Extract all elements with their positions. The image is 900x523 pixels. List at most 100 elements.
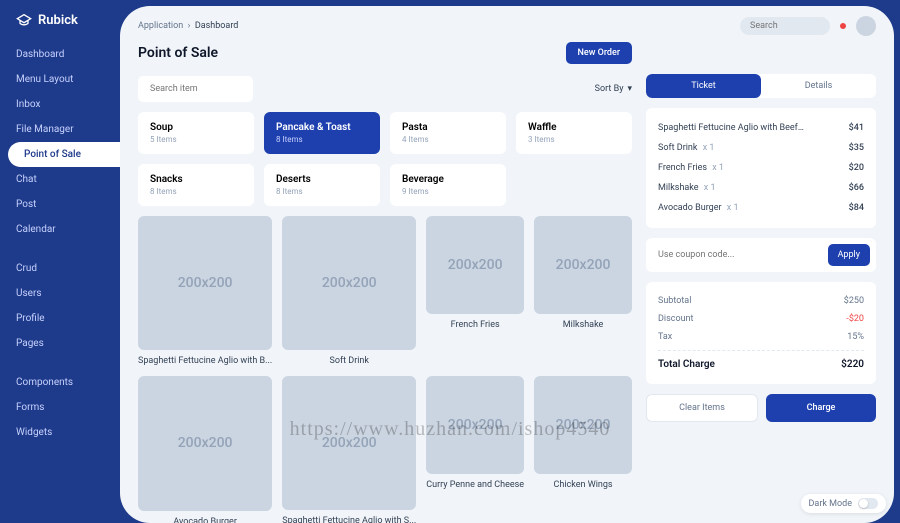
ticket-item-price: $35 xyxy=(849,143,864,153)
toggle-switch[interactable] xyxy=(858,498,878,509)
sidebar-item-point-of-sale[interactable]: Point of Sale xyxy=(8,142,120,167)
dark-mode-label: Dark Mode xyxy=(809,499,852,509)
search-item-input[interactable] xyxy=(138,76,253,102)
ticket-item-price: $41 xyxy=(849,123,864,133)
nav-primary: DashboardMenu LayoutInboxFile ManagerPoi… xyxy=(0,42,120,242)
ticket-item-name: Soft Drink x 1 xyxy=(658,143,714,153)
ticket-tabs: Ticket Details xyxy=(646,74,876,98)
category-card[interactable]: Beverage 9 Items xyxy=(390,164,506,206)
sidebar-item-forms[interactable]: Forms xyxy=(0,395,120,420)
category-title: Deserts xyxy=(276,174,368,185)
category-card[interactable]: Pasta4 Items xyxy=(390,112,506,154)
sidebar-item-post[interactable]: Post xyxy=(0,192,120,217)
subtotal-label: Subtotal xyxy=(658,296,691,306)
product-image: 200x200 xyxy=(282,216,416,350)
breadcrumb-current: Dashboard xyxy=(195,21,239,31)
ticket-row[interactable]: Milkshake x 1$66 xyxy=(658,178,864,198)
breadcrumb: Application › Dashboard xyxy=(138,21,238,31)
main: Application › Dashboard Point of Sale Ne… xyxy=(120,6,894,523)
product-name: Curry Penne and Cheese xyxy=(426,480,524,490)
sidebar-item-file-manager[interactable]: File Manager xyxy=(0,117,120,142)
sidebar-item-calendar[interactable]: Calendar xyxy=(0,217,120,242)
ticket-row[interactable]: French Fries x 1$20 xyxy=(658,158,864,178)
product-name: French Fries xyxy=(426,320,524,330)
category-grid: Soup5 ItemsPancake & Toast8 ItemsPasta4 … xyxy=(138,112,632,206)
nav-tertiary: ComponentsFormsWidgets xyxy=(0,370,120,445)
breadcrumb-parent[interactable]: Application xyxy=(138,21,183,31)
product-image: 200x200 xyxy=(426,376,524,474)
category-title: Pasta xyxy=(402,122,494,133)
ticket-item-name: Spaghetti Fettucine Aglio with Beef x 1 xyxy=(658,123,808,133)
new-order-button[interactable]: New Order xyxy=(566,42,633,64)
coupon-input[interactable] xyxy=(652,244,822,266)
page-title: Point of Sale xyxy=(138,45,218,61)
category-title: Snacks xyxy=(150,174,242,185)
ticket-row[interactable]: Spaghetti Fettucine Aglio with Beef x 1 $… xyxy=(658,118,864,138)
product-image: 200x200 xyxy=(426,216,524,314)
apply-coupon-button[interactable]: Apply xyxy=(828,244,870,266)
sidebar-item-chat[interactable]: Chat xyxy=(0,167,120,192)
chevron-down-icon: ▾ xyxy=(627,84,632,94)
product-card[interactable]: 200x200 Avocado Burger xyxy=(138,376,272,523)
ticket-item-price: $84 xyxy=(849,203,864,213)
ticket-list: Spaghetti Fettucine Aglio with Beef x 1 $… xyxy=(646,108,876,228)
tax-label: Tax xyxy=(658,332,672,342)
category-card[interactable]: Soup5 Items xyxy=(138,112,254,154)
discount-label: Discount xyxy=(658,314,693,324)
product-name: Chicken Wings xyxy=(534,480,632,490)
sidebar: Rubick DashboardMenu LayoutInboxFile Man… xyxy=(0,0,120,523)
category-title: Soup xyxy=(150,122,242,133)
tab-ticket[interactable]: Ticket xyxy=(646,74,761,98)
avatar[interactable] xyxy=(856,16,876,36)
category-title: Beverage xyxy=(402,174,494,185)
sidebar-item-pages[interactable]: Pages xyxy=(0,331,120,356)
product-card[interactable]: 200x200 Spaghetti Fettucine Aglio with S.… xyxy=(282,376,416,523)
sidebar-item-menu-layout[interactable]: Menu Layout xyxy=(0,67,120,92)
sidebar-item-widgets[interactable]: Widgets xyxy=(0,420,120,445)
product-card[interactable]: 200x200 Milkshake xyxy=(534,216,632,366)
category-card[interactable]: Snacks8 Items xyxy=(138,164,254,206)
dark-mode-toggle[interactable]: Dark Mode xyxy=(801,494,886,513)
sort-by-dropdown[interactable]: Sort By ▾ xyxy=(595,84,632,94)
category-card[interactable]: Deserts8 Items xyxy=(264,164,380,206)
category-title: Waffle xyxy=(528,122,620,133)
sidebar-item-dashboard[interactable]: Dashboard xyxy=(0,42,120,67)
search-input[interactable] xyxy=(740,17,830,35)
tab-details[interactable]: Details xyxy=(761,74,876,98)
product-image: 200x200 xyxy=(282,376,416,510)
category-count: 9 Items xyxy=(402,187,494,196)
product-image: 200x200 xyxy=(138,216,272,350)
product-card[interactable]: 200x200 Chicken Wings xyxy=(534,376,632,523)
total-label: Total Charge xyxy=(658,359,715,370)
clear-items-button[interactable]: Clear Items xyxy=(646,394,758,422)
product-card[interactable]: 200x200Spaghetti Fettucine Aglio with B.… xyxy=(138,216,272,366)
sidebar-item-users[interactable]: Users xyxy=(0,281,120,306)
sidebar-item-components[interactable]: Components xyxy=(0,370,120,395)
nav-secondary: CrudUsersProfilePages xyxy=(0,256,120,356)
ticket-item-name: Milkshake x 1 xyxy=(658,183,716,193)
logo-icon xyxy=(16,12,32,28)
ticket-row[interactable]: Avocado Burger x 1$84 xyxy=(658,198,864,218)
product-image: 200x200 xyxy=(534,376,632,474)
sidebar-item-profile[interactable]: Profile xyxy=(0,306,120,331)
product-image: 200x200 xyxy=(534,216,632,314)
sidebar-item-crud[interactable]: Crud xyxy=(0,256,120,281)
category-card[interactable]: Pancake & Toast8 Items xyxy=(264,112,380,154)
logo[interactable]: Rubick xyxy=(0,12,120,42)
product-name: Avocado Burger xyxy=(138,517,272,523)
product-name: Spaghetti Fettucine Aglio with S... xyxy=(282,516,416,523)
product-card[interactable]: 200x200 French Fries xyxy=(426,216,524,366)
coupon-box: Apply xyxy=(646,238,876,272)
ticket-row[interactable]: Soft Drink x 1 $35 xyxy=(658,138,864,158)
product-image: 200x200 xyxy=(138,376,272,510)
subtotal-value: $250 xyxy=(844,296,864,306)
notification-dot[interactable] xyxy=(840,23,846,29)
discount-value: -$20 xyxy=(846,314,864,324)
category-card[interactable]: Waffle3 Items xyxy=(516,112,632,154)
product-card[interactable]: 200x200 Curry Penne and Cheese xyxy=(426,376,524,523)
product-card[interactable]: 200x200Soft Drink xyxy=(282,216,416,366)
summary-box: Subtotal$250 Discount-$20 Tax15% Total C… xyxy=(646,282,876,384)
charge-button[interactable]: Charge xyxy=(766,394,876,422)
sidebar-item-inbox[interactable]: Inbox xyxy=(0,92,120,117)
product-name: Milkshake xyxy=(534,320,632,330)
